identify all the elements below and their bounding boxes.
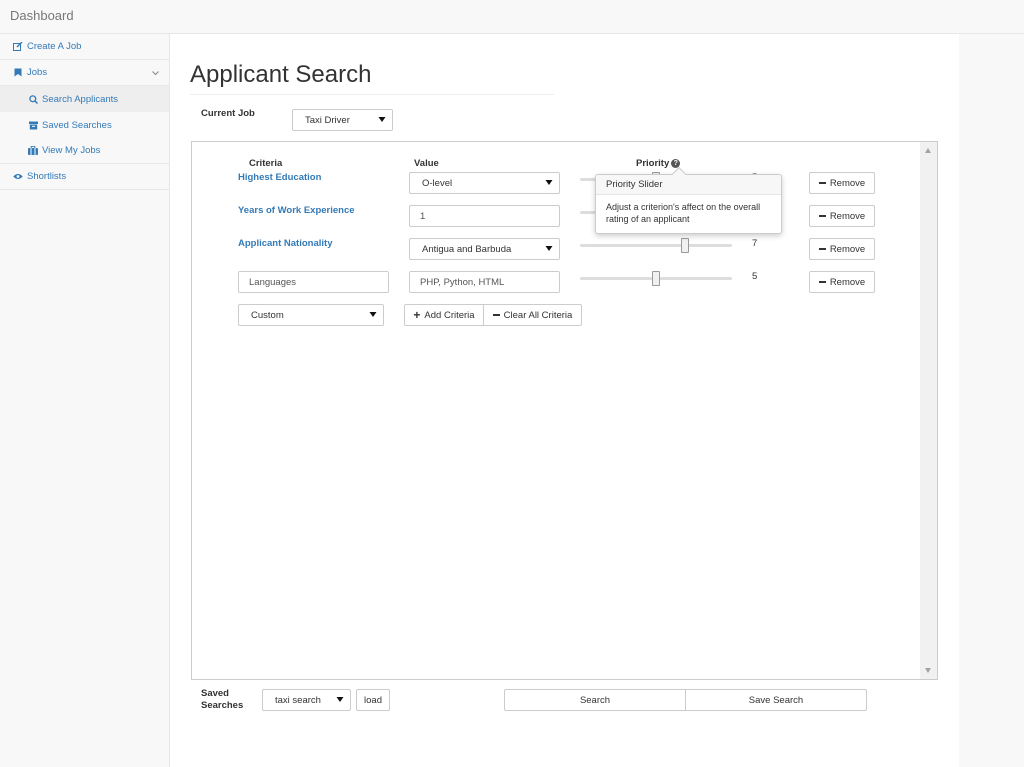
caret-down-icon (369, 309, 377, 321)
archive-icon (26, 119, 40, 131)
education-value: O-level (422, 177, 453, 189)
languages-value: PHP, Python, HTML (420, 276, 505, 288)
search-icon (26, 93, 40, 105)
sidebar-item-label: View My Jobs (42, 144, 101, 156)
sidebar-item-label: Search Applicants (42, 93, 119, 105)
add-criteria-label: Add Criteria (424, 309, 475, 321)
caret-down-icon (545, 177, 553, 189)
bookmark-icon (11, 67, 25, 79)
custom-criteria-name-input[interactable]: Languages (238, 271, 389, 293)
tooltip-body: Adjust a criterion's affect on the overa… (606, 202, 761, 224)
value-column-header: Value (414, 158, 439, 169)
minus-icon (818, 215, 826, 217)
load-button[interactable]: load (356, 689, 390, 711)
criteria-panel: Criteria Value Priority? Highest Educati… (191, 141, 938, 680)
current-job-select[interactable]: Taxi Driver (292, 109, 393, 131)
remove-label: Remove (829, 276, 866, 288)
current-job-label: Current Job (201, 108, 255, 119)
title-divider (190, 94, 554, 95)
sidebar-item-label: Jobs (27, 67, 48, 78)
saved-searches-label: Saved Searches (201, 688, 244, 711)
brand-link[interactable]: Dashboard (10, 8, 74, 23)
criteria-label-work-experience: Years of Work Experience (238, 205, 355, 216)
priority-tooltip: Priority Slider Adjust a criterion's aff… (595, 166, 782, 234)
criteria-type-value: Custom (251, 309, 284, 321)
caret-down-icon (378, 114, 386, 126)
nationality-value: Antigua and Barbuda (422, 243, 512, 255)
sidebar-item-search-applicants[interactable]: Search Applicants (0, 86, 169, 112)
minus-icon (492, 314, 500, 316)
sidebar-item-saved-searches[interactable]: Saved Searches (0, 112, 169, 138)
minus-icon (818, 248, 826, 250)
sidebar-item-label: Create A Job (27, 41, 82, 52)
sidebar-item-shortlists[interactable]: Shortlists (0, 164, 169, 190)
edit-icon (11, 41, 25, 53)
add-criteria-button[interactable]: + Add Criteria (404, 304, 484, 326)
eye-icon (11, 171, 25, 183)
scroll-up-arrow-icon[interactable] (925, 148, 931, 153)
priority-header-label: Priority (636, 158, 670, 169)
caret-down-icon (336, 694, 344, 706)
search-label: Search (579, 694, 611, 706)
sidebar-item-label: Saved Searches (42, 119, 112, 131)
briefcase-icon (26, 144, 40, 156)
criteria-scrollbar[interactable] (920, 142, 937, 679)
work-experience-value: 1 (420, 210, 426, 222)
remove-label: Remove (829, 210, 866, 222)
save-search-label: Save Search (748, 694, 804, 706)
top-navbar: Dashboard (0, 0, 1024, 34)
remove-button[interactable]: Remove (809, 271, 875, 293)
remove-button[interactable]: Remove (809, 238, 875, 260)
main-panel: Applicant Search Current Job Taxi Driver… (169, 34, 959, 767)
sidebar-item-create-job[interactable]: Create A Job (0, 34, 169, 60)
priority-slider-nationality[interactable] (580, 238, 732, 253)
sidebar-item-label: Shortlists (27, 171, 67, 182)
minus-icon (818, 281, 826, 283)
minus-icon (818, 182, 826, 184)
clear-all-criteria-button[interactable]: Clear All Criteria (483, 304, 582, 326)
languages-input[interactable]: PHP, Python, HTML (409, 271, 560, 293)
plus-icon: + (413, 308, 421, 322)
slider-thumb[interactable] (681, 238, 689, 253)
priority-slider-languages[interactable] (580, 271, 732, 286)
remove-button[interactable]: Remove (809, 205, 875, 227)
remove-button[interactable]: Remove (809, 172, 875, 194)
saved-search-value: taxi search (275, 694, 321, 706)
slider-thumb[interactable] (652, 271, 660, 286)
nationality-select[interactable]: Antigua and Barbuda (409, 238, 560, 260)
caret-down-icon (545, 243, 553, 255)
priority-value: 7 (752, 238, 758, 249)
criteria-label-highest-education: Highest Education (238, 172, 322, 183)
priority-value: 5 (752, 271, 758, 282)
saved-search-select[interactable]: taxi search (262, 689, 351, 711)
education-select[interactable]: O-level (409, 172, 560, 194)
chevron-down-icon (152, 68, 159, 79)
criteria-label-nationality: Applicant Nationality (238, 238, 333, 249)
remove-label: Remove (829, 177, 866, 189)
criteria-column-header: Criteria (249, 158, 283, 169)
priority-column-header: Priority? (636, 158, 681, 169)
work-experience-input[interactable]: 1 (409, 205, 560, 227)
load-label: load (364, 694, 382, 706)
sidebar: Create A Job Jobs Search Applicants Save… (0, 34, 169, 767)
tooltip-title: Priority Slider (596, 175, 781, 195)
sidebar-item-jobs[interactable]: Jobs (0, 60, 169, 86)
page-title: Applicant Search (190, 61, 372, 88)
current-job-value: Taxi Driver (305, 114, 350, 126)
remove-label: Remove (829, 243, 866, 255)
save-search-button[interactable]: Save Search (685, 689, 867, 711)
scroll-down-arrow-icon[interactable] (925, 668, 931, 673)
sidebar-item-view-my-jobs[interactable]: View My Jobs (0, 137, 169, 164)
custom-criteria-name: Languages (249, 276, 297, 288)
clear-all-criteria-label: Clear All Criteria (503, 309, 573, 321)
criteria-type-select[interactable]: Custom (238, 304, 384, 326)
search-button[interactable]: Search (504, 689, 686, 711)
